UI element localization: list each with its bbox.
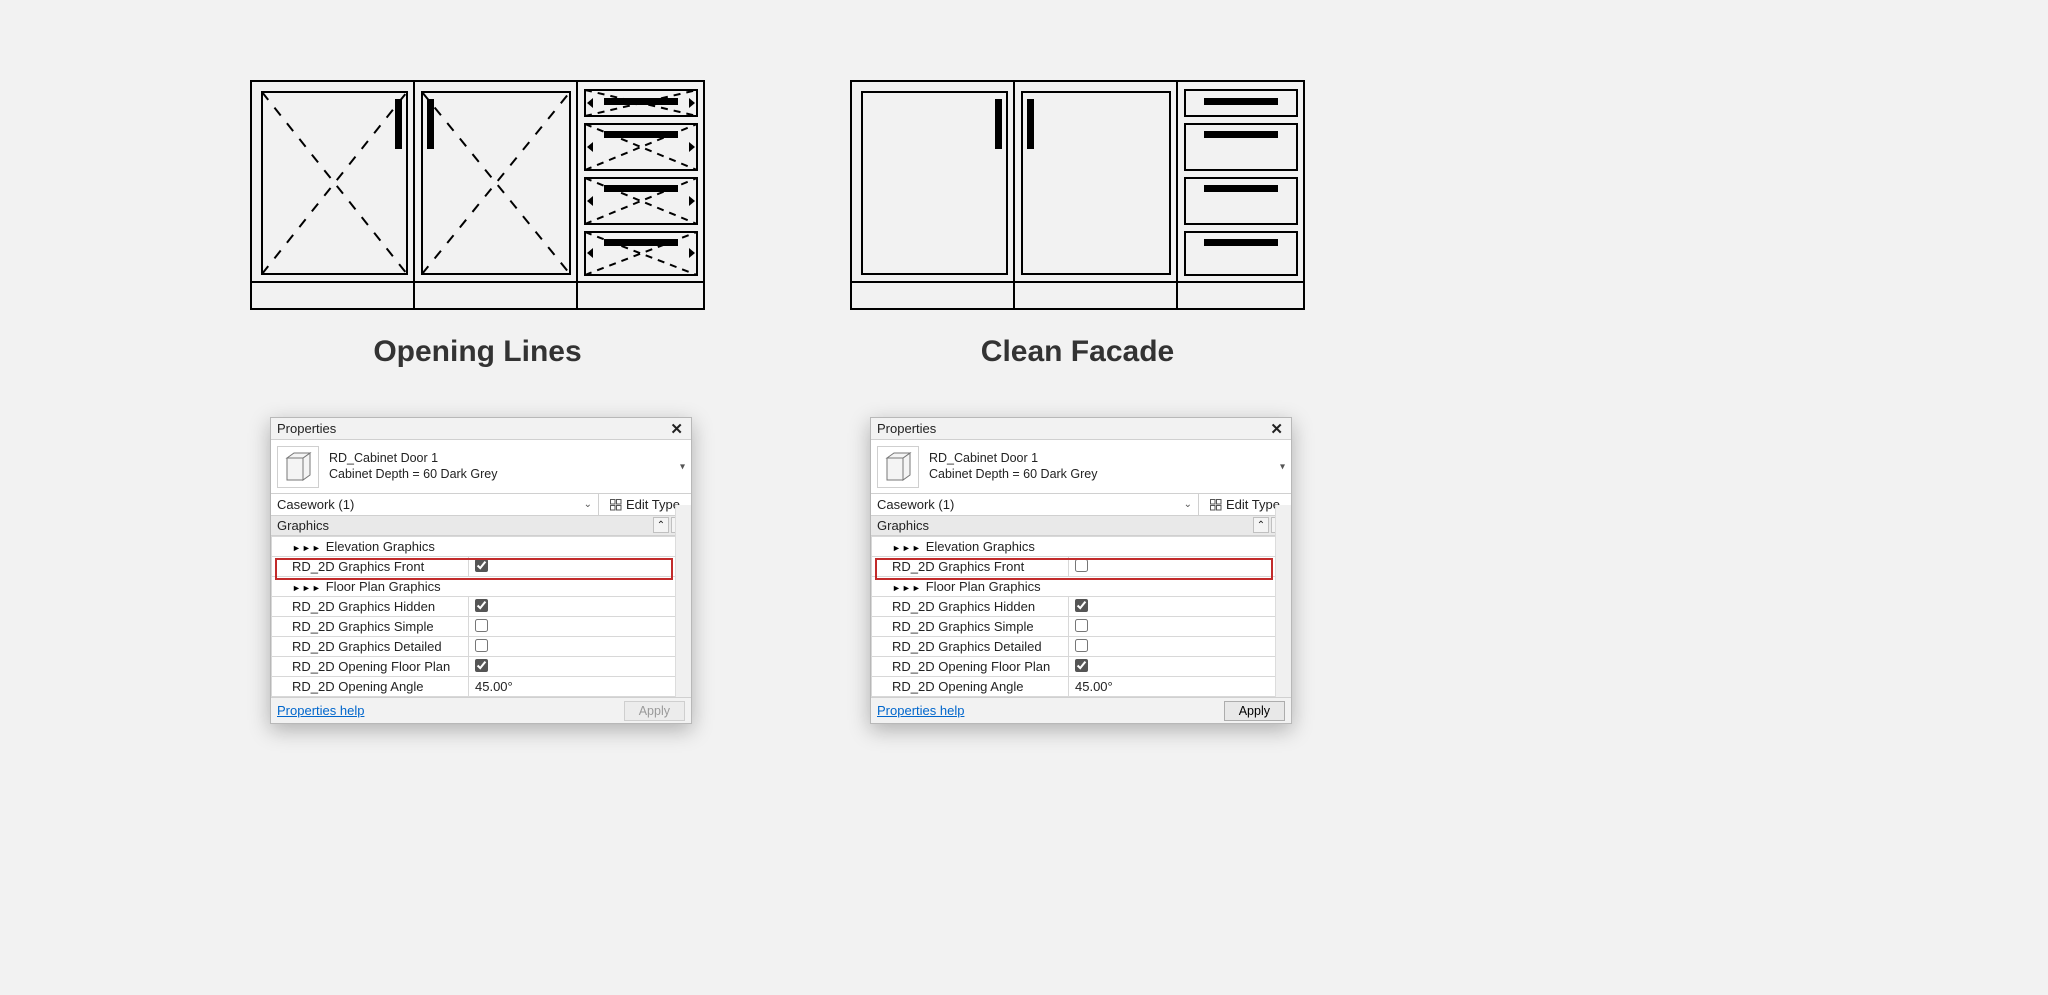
param-detailed: RD_2D Graphics Detailed — [272, 637, 469, 657]
checkbox-opening-fp[interactable] — [475, 659, 488, 672]
scrollbar[interactable] — [675, 505, 691, 697]
instance-selector[interactable]: Casework (1) ⌄ — [271, 494, 599, 515]
family-name: RD_Cabinet Door 1 — [329, 451, 498, 467]
edit-type-label: Edit Type — [1226, 497, 1280, 512]
checkbox-opening-fp[interactable] — [1075, 659, 1088, 672]
edit-type-label: Edit Type — [626, 497, 680, 512]
group-elevation[interactable]: ►►►Elevation Graphics — [272, 537, 691, 557]
edit-type-icon — [610, 499, 622, 511]
family-name: RD_Cabinet Door 1 — [929, 451, 1098, 467]
checkbox-simple[interactable] — [1075, 619, 1088, 632]
triangle-icon: ►►► — [892, 543, 922, 553]
param-opening-angle: RD_2D Opening Angle — [872, 677, 1069, 697]
param-detailed: RD_2D Graphics Detailed — [872, 637, 1069, 657]
type-name: Cabinet Depth = 60 Dark Grey — [329, 467, 498, 483]
type-selector[interactable]: RD_Cabinet Door 1 Cabinet Depth = 60 Dar… — [871, 440, 1291, 494]
param-simple: RD_2D Graphics Simple — [272, 617, 469, 637]
triangle-icon: ►►► — [892, 583, 922, 593]
chevron-down-icon[interactable]: ▾ — [680, 461, 685, 472]
group-floorplan[interactable]: ►►►Floor Plan Graphics — [272, 577, 691, 597]
param-front: RD_2D Graphics Front — [872, 557, 1069, 577]
triangle-icon: ►►► — [292, 583, 322, 593]
type-selector[interactable]: RD_Cabinet Door 1 Cabinet Depth = 60 Dar… — [271, 440, 691, 494]
panel-title: Properties — [277, 421, 336, 436]
param-opening-fp: RD_2D Opening Floor Plan — [872, 657, 1069, 677]
section-label: Graphics — [877, 518, 929, 533]
value-opening-angle[interactable]: 45.00° — [475, 679, 513, 694]
section-label: Graphics — [277, 518, 329, 533]
instance-selector-label: Casework (1) — [877, 497, 954, 512]
param-hidden: RD_2D Graphics Hidden — [272, 597, 469, 617]
chevron-down-icon[interactable]: ▾ — [1280, 461, 1285, 472]
close-icon[interactable]: ✕ — [666, 420, 687, 438]
param-front: RD_2D Graphics Front — [272, 557, 469, 577]
param-hidden: RD_2D Graphics Hidden — [872, 597, 1069, 617]
type-name: Cabinet Depth = 60 Dark Grey — [929, 467, 1098, 483]
checkbox-hidden[interactable] — [1075, 599, 1088, 612]
properties-table: ►►►Elevation Graphics RD_2D Graphics Fro… — [271, 536, 691, 697]
checkbox-detailed[interactable] — [1075, 639, 1088, 652]
triangle-icon: ►►► — [292, 543, 322, 553]
instance-selector-label: Casework (1) — [277, 497, 354, 512]
family-thumb-icon — [277, 446, 319, 488]
apply-button[interactable]: Apply — [1224, 701, 1285, 721]
cabinet-opening-lines — [250, 80, 705, 310]
checkbox-front[interactable] — [1075, 559, 1088, 572]
chevron-down-icon: ⌄ — [584, 499, 592, 510]
properties-panel-right: Properties ✕ RD_Cabinet Door 1 Cabinet D… — [870, 417, 1292, 724]
chevron-down-icon: ⌄ — [1184, 499, 1192, 510]
panel-title: Properties — [877, 421, 936, 436]
apply-button[interactable]: Apply — [624, 701, 685, 721]
param-simple: RD_2D Graphics Simple — [872, 617, 1069, 637]
caption-opening-lines: Opening Lines — [250, 335, 705, 369]
section-collapse-icon[interactable]: ⌃ — [653, 517, 669, 533]
properties-table: ►►►Elevation Graphics RD_2D Graphics Fro… — [871, 536, 1291, 697]
properties-help-link[interactable]: Properties help — [277, 703, 364, 718]
properties-help-link[interactable]: Properties help — [877, 703, 964, 718]
family-thumb-icon — [877, 446, 919, 488]
checkbox-front[interactable] — [475, 559, 488, 572]
scrollbar[interactable] — [1275, 505, 1291, 697]
param-opening-angle: RD_2D Opening Angle — [272, 677, 469, 697]
section-collapse-icon[interactable]: ⌃ — [1253, 517, 1269, 533]
value-opening-angle[interactable]: 45.00° — [1075, 679, 1113, 694]
group-floorplan[interactable]: ►►►Floor Plan Graphics — [872, 577, 1291, 597]
checkbox-hidden[interactable] — [475, 599, 488, 612]
checkbox-simple[interactable] — [475, 619, 488, 632]
cabinet-clean-facade — [850, 80, 1305, 310]
instance-selector[interactable]: Casework (1) ⌄ — [871, 494, 1199, 515]
section-graphics[interactable]: Graphics ⌃ ⌃ — [871, 516, 1291, 536]
properties-panel-left: Properties ✕ RD_Cabinet Door 1 Cabinet D… — [270, 417, 692, 724]
close-icon[interactable]: ✕ — [1266, 420, 1287, 438]
checkbox-detailed[interactable] — [475, 639, 488, 652]
edit-type-icon — [1210, 499, 1222, 511]
caption-clean-facade: Clean Facade — [850, 335, 1305, 369]
param-opening-fp: RD_2D Opening Floor Plan — [272, 657, 469, 677]
section-graphics[interactable]: Graphics ⌃ ⌃ — [271, 516, 691, 536]
group-elevation[interactable]: ►►►Elevation Graphics — [872, 537, 1291, 557]
